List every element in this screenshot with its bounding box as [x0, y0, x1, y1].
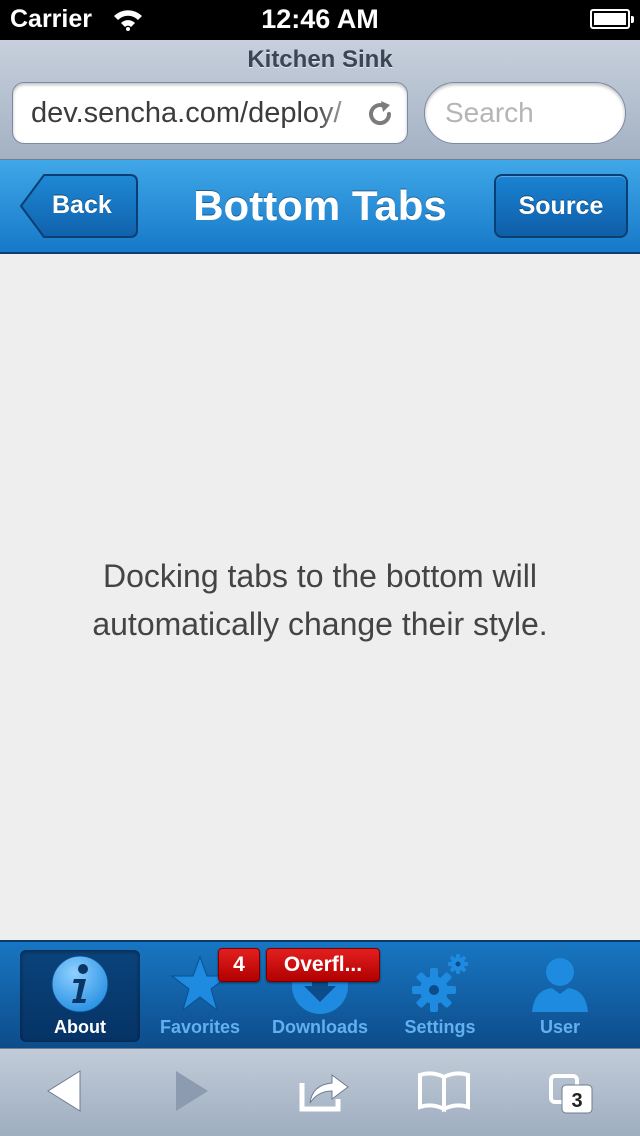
- tab-user[interactable]: User: [500, 950, 620, 1042]
- tabs-icon[interactable]: 3: [548, 1073, 594, 1120]
- clock: 12:46 AM: [261, 4, 379, 34]
- search-field[interactable]: [424, 82, 626, 144]
- url-text: dev.sencha.com/deploy/: [31, 97, 342, 129]
- tab-label: Downloads: [271, 1017, 368, 1037]
- browser-page-title: Kitchen Sink: [247, 46, 393, 73]
- tabs-count: 3: [571, 1090, 582, 1112]
- downloads-badge: Overfl...: [266, 948, 380, 982]
- favorites-badge: 4: [218, 948, 260, 982]
- search-input[interactable]: [445, 95, 615, 131]
- tab-label: Favorites: [159, 1017, 241, 1037]
- tab-label: Settings: [404, 1017, 476, 1037]
- content-panel: Docking tabs to the bottom will automati…: [0, 254, 640, 940]
- reload-icon[interactable]: [365, 99, 395, 134]
- gear-icon: [410, 954, 470, 1014]
- tab-settings[interactable]: Settings: [380, 950, 500, 1042]
- url-field[interactable]: dev.sencha.com/deploy/: [12, 82, 408, 144]
- app-toolbar: Back Bottom Tabs Source: [0, 160, 640, 254]
- tab-about[interactable]: About: [20, 950, 140, 1042]
- user-icon: [530, 954, 590, 1014]
- content-message: Docking tabs to the bottom will automati…: [92, 558, 548, 642]
- tab-label: About: [54, 1017, 106, 1037]
- bottom-tab-bar: About Favorites Downloads Settings User …: [0, 940, 640, 1048]
- info-icon: [50, 954, 110, 1014]
- bookmarks-icon[interactable]: [418, 1069, 470, 1118]
- share-icon[interactable]: [298, 1069, 350, 1118]
- source-button[interactable]: Source: [494, 174, 628, 238]
- battery-icon: [590, 9, 634, 29]
- forward-arrow-icon: [174, 1069, 210, 1118]
- status-bar: Carrier 12:46 AM: [0, 0, 640, 40]
- tab-label: User: [539, 1017, 581, 1037]
- browser-toolbar: 3: [0, 1048, 640, 1136]
- back-arrow-icon[interactable]: [46, 1069, 82, 1118]
- browser-address-bar: Kitchen Sink dev.sencha.com/deploy/: [0, 40, 640, 160]
